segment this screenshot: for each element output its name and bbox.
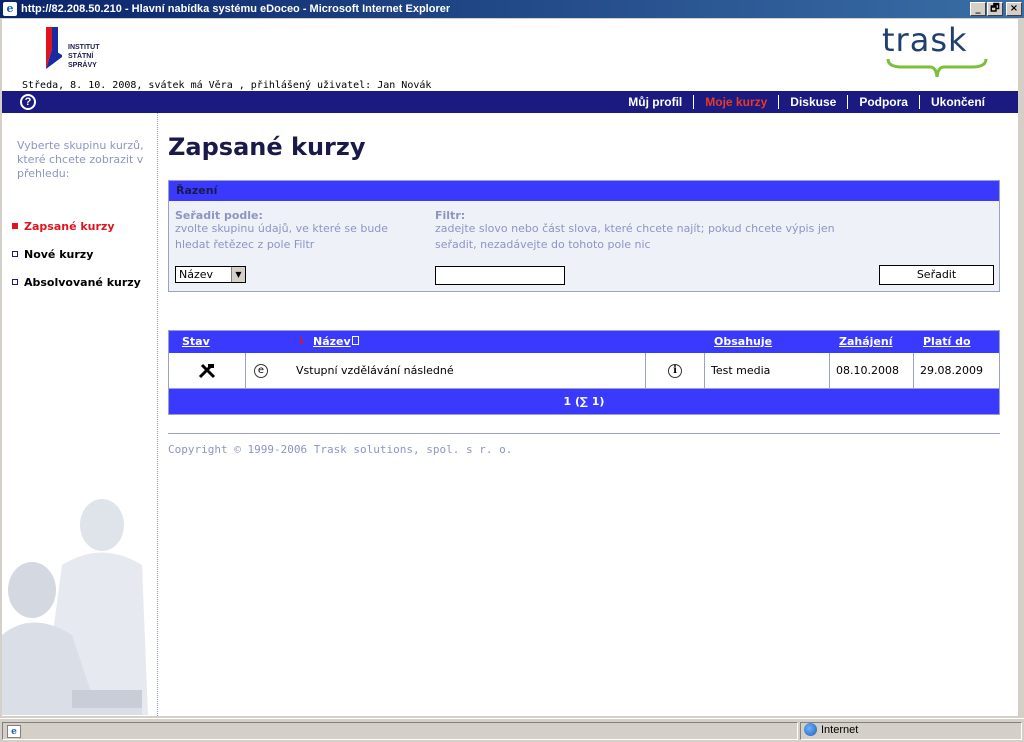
status-panel-main: e — [2, 722, 798, 740]
trask-brace-icon — [886, 58, 988, 78]
globe-icon — [804, 723, 817, 736]
status-bar: e Internet — [0, 718, 1024, 742]
restore-button[interactable]: 🗗 — [987, 2, 1003, 16]
ie-icon: e — [3, 2, 17, 16]
nav-my-profile[interactable]: Můj profil — [617, 95, 693, 109]
nav-links: Můj profil Moje kurzy Diskuse Podpora Uk… — [617, 91, 996, 113]
table-header: Stav ↓ Název Obsahuje Zahájení Platí do — [169, 331, 999, 353]
top-navbar: ? Můj profil Moje kurzy Diskuse Podpora … — [2, 91, 1022, 113]
site-header: INSTITUT STÁTNÍ SPRÁVY trask Středa, 8. … — [2, 19, 1022, 91]
course-name[interactable]: Vstupní vzdělávání následné — [296, 364, 454, 377]
isp-logo-line: INSTITUT — [68, 44, 100, 51]
page-title: Zapsané kurzy — [168, 133, 366, 161]
date-user-line: Středa, 8. 10. 2008, svátek má Věra , př… — [22, 80, 432, 91]
help-icon[interactable]: ? — [20, 94, 36, 110]
page-scrollbar[interactable] — [1018, 19, 1022, 716]
status-cell — [169, 353, 246, 389]
isp-logo: INSTITUT STÁTNÍ SPRÁVY — [42, 23, 138, 75]
contains-cell: Test media — [705, 353, 830, 389]
courses-table: Stav ↓ Název Obsahuje Zahájení Platí do — [168, 330, 1000, 415]
sort-panel: Řazení Seřadit podle: zvolte skupinu úda… — [168, 180, 1000, 292]
people-illustration — [2, 485, 148, 715]
header-start[interactable]: Zahájení — [839, 335, 893, 348]
sidebar-item-label: Absolvované kurzy — [24, 275, 141, 289]
page-content: INSTITUT STÁTNÍ SPRÁVY trask Středa, 8. … — [2, 19, 1022, 716]
sort-arrow-icon: ↓ — [297, 334, 307, 347]
bullet-icon — [12, 279, 18, 285]
table-row[interactable]: e Vstupní vzdělávání následné i Test med… — [169, 353, 999, 389]
info-icon[interactable]: i — [668, 363, 682, 378]
elearning-icon: e — [254, 363, 268, 378]
sidebar-item-enrolled[interactable]: Zapsané kurzy — [12, 212, 141, 240]
isp-logo-line: SPRÁVY — [68, 62, 97, 69]
page-icon: e — [7, 725, 21, 738]
sort-by-select[interactable]: Název ▼ — [175, 266, 246, 283]
nav-logout[interactable]: Ukončení — [920, 95, 996, 109]
header-name[interactable]: Název — [313, 335, 351, 348]
valid-to-cell: 29.08.2009 — [914, 353, 999, 389]
sidebar: Vyberte skupinu kurzů, které chcete zobr… — [2, 113, 158, 716]
sidebar-menu: Zapsané kurzy Nové kurzy Absolvované kur… — [12, 212, 141, 296]
sort-by-hint: zvolte skupinu údajů, ve které se bude h… — [175, 222, 389, 251]
bullet-icon — [12, 251, 18, 257]
security-zone: Internet — [804, 723, 858, 736]
start-cell: 08.10.2008 — [830, 353, 914, 389]
tools-icon[interactable] — [198, 363, 216, 379]
header-contains[interactable]: Obsahuje — [714, 335, 772, 348]
dropdown-arrow-icon[interactable]: ▼ — [231, 267, 245, 282]
trask-logo-word: trask — [882, 21, 968, 59]
window-controls: _ 🗗 × — [970, 2, 1022, 16]
window-title: http://82.208.50.210 - Hlavní nabídka sy… — [21, 3, 451, 15]
isp-logo-line: STÁTNÍ — [68, 53, 94, 60]
browser-window: e http://82.208.50.210 - Hlavní nabídka … — [0, 0, 1024, 742]
close-button[interactable]: × — [1006, 2, 1022, 16]
copyright: Copyright © 1999-2006 Trask solutions, s… — [168, 443, 513, 456]
nav-discussion[interactable]: Diskuse — [779, 95, 847, 109]
sort-panel-header: Řazení — [169, 181, 999, 201]
title-bar: e http://82.208.50.210 - Hlavní nabídka … — [0, 0, 1024, 18]
pagination[interactable]: 1 (∑ 1) — [169, 389, 999, 414]
sidebar-item-label: Zapsané kurzy — [24, 219, 115, 233]
sort-toggle-icon[interactable] — [352, 336, 359, 345]
name-cell: e Vstupní vzdělávání následné — [246, 353, 646, 389]
isp-logo-text: INSTITUT STÁTNÍ SPRÁVY — [68, 43, 100, 70]
sidebar-intro: Vyberte skupinu kurzů, které chcete zobr… — [17, 139, 144, 180]
zone-label: Internet — [821, 723, 859, 736]
minimize-button[interactable]: _ — [970, 2, 986, 16]
filter-input[interactable] — [435, 266, 565, 285]
sort-by-select-value: Název — [179, 268, 214, 281]
sidebar-item-label: Nové kurzy — [24, 247, 94, 261]
sort-button[interactable]: Seřadit — [879, 265, 994, 285]
bullet-icon — [12, 223, 18, 229]
header-status[interactable]: Stav — [182, 335, 210, 348]
sidebar-item-completed[interactable]: Absolvované kurzy — [12, 268, 141, 296]
nav-my-courses[interactable]: Moje kurzy — [694, 95, 778, 109]
info-cell: i — [646, 353, 705, 389]
filter-hint: zadejte slovo nebo část slova, které chc… — [435, 222, 835, 251]
divider — [168, 433, 1000, 434]
sidebar-item-new[interactable]: Nové kurzy — [12, 240, 141, 268]
isp-flag-icon — [46, 27, 62, 69]
nav-support[interactable]: Podpora — [848, 95, 919, 109]
trask-logo: trask — [882, 21, 992, 79]
header-valid-to[interactable]: Platí do — [923, 335, 971, 348]
